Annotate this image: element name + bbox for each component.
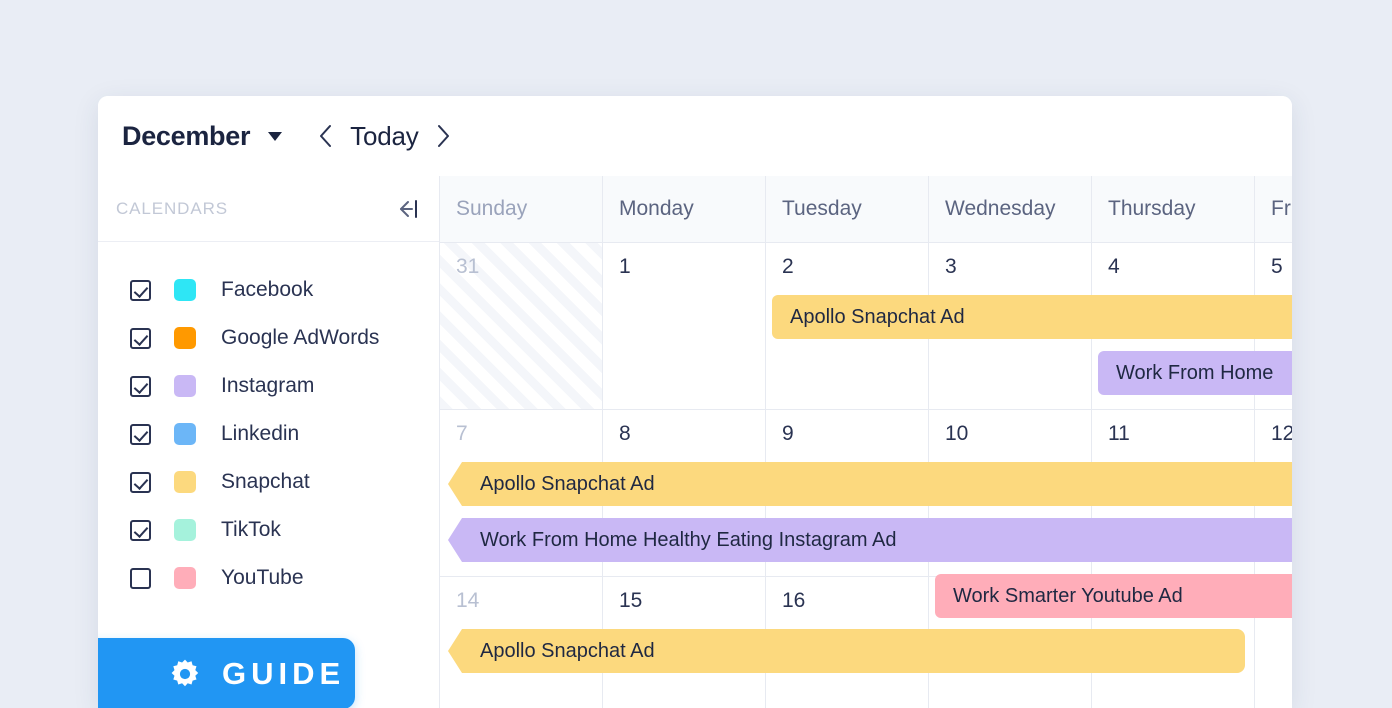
day-of-week-cell: Thursday	[1092, 176, 1255, 242]
month-label: December	[122, 120, 251, 151]
calendar-event[interactable]: Work Smarter Youtube Ad	[935, 574, 1292, 618]
calendar-list-item[interactable]: Google AdWords	[98, 314, 439, 362]
day-number: 12	[1271, 422, 1292, 445]
day-number: 4	[1108, 255, 1120, 278]
calendar-event-title: Apollo Snapchat Ad	[790, 305, 965, 328]
day-number: 14	[456, 589, 480, 612]
calendar-checkbox[interactable]	[130, 471, 151, 493]
calendar-color-swatch	[174, 423, 196, 445]
chevron-down-icon	[268, 131, 283, 141]
calendar-name: YouTube	[221, 566, 304, 589]
day-number: 5	[1271, 255, 1283, 278]
calendar-list-item[interactable]: Snapchat	[98, 458, 439, 506]
calendar-color-swatch	[174, 567, 196, 589]
calendar-list: Facebook Google AdWords Instagram Linkedin S…	[98, 242, 439, 602]
day-number: 1	[619, 255, 631, 278]
day-number: 31	[456, 255, 480, 278]
day-of-week-cell: Tuesday	[766, 176, 929, 242]
gear-icon	[168, 657, 202, 691]
sidebar-header: CALENDARS	[98, 176, 439, 242]
calendar-event-title: Work From Home Healthy Eating Instagram …	[480, 528, 897, 551]
day-of-week-cell: Sunday	[440, 176, 603, 242]
calendar-checkbox[interactable]	[130, 327, 151, 349]
calendar-name: Facebook	[221, 278, 314, 301]
day-of-week-header: SundayMondayTuesdayWednesdayThursdayFrid…	[440, 176, 1292, 243]
chevron-left-icon[interactable]	[312, 119, 338, 153]
calendar-color-swatch	[174, 471, 196, 493]
calendar-checkbox[interactable]	[130, 423, 151, 445]
day-number: 8	[619, 422, 631, 445]
day-number: 9	[782, 422, 794, 445]
calendar-event[interactable]: Apollo Snapchat Ad	[448, 629, 1245, 673]
calendar-list-item[interactable]: YouTube	[98, 554, 439, 602]
calendars-title: CALENDARS	[116, 198, 229, 218]
calendar-event-title: Apollo Snapchat Ad	[480, 639, 655, 662]
calendar-event[interactable]: Work From Home Healthy Eating Instagram …	[448, 518, 1292, 562]
day-number: 7	[456, 422, 468, 445]
calendar-checkbox[interactable]	[130, 519, 151, 541]
calendar-color-swatch	[174, 375, 196, 397]
month-selector[interactable]: December	[122, 120, 283, 152]
calendar-name: Instagram	[221, 374, 315, 397]
calendar-name: Google AdWords	[221, 326, 380, 349]
calendar-app-card: December Today CALENDARS Facebook Google…	[98, 96, 1292, 708]
calendar-color-swatch	[174, 327, 196, 349]
calendar-event[interactable]: Apollo Snapchat Ad	[772, 295, 1292, 339]
day-number: 16	[782, 589, 806, 612]
calendar-grid: SundayMondayTuesdayWednesdayThursdayFrid…	[440, 176, 1292, 708]
guide-badge-label: GUIDE	[222, 655, 346, 691]
day-number: 2	[782, 255, 794, 278]
guide-badge[interactable]: GUIDE	[98, 638, 355, 708]
collapse-left-icon[interactable]	[393, 195, 421, 223]
calendars-sidebar: CALENDARS Facebook Google AdWords Instagra…	[98, 176, 440, 708]
day-of-week-cell: Friday	[1255, 176, 1292, 242]
calendar-name: Linkedin	[221, 422, 300, 445]
toolbar: December Today	[98, 96, 1292, 177]
calendar-checkbox[interactable]	[130, 375, 151, 397]
calendar-name: Snapchat	[221, 470, 310, 493]
calendar-list-item[interactable]: Facebook	[98, 266, 439, 314]
week-row: 31 1 2 3 4 5 Apollo Snapchat Ad Work From Home	[440, 243, 1292, 410]
day-number: 11	[1108, 422, 1130, 445]
calendar-name: TikTok	[221, 518, 281, 541]
calendar-checkbox[interactable]	[130, 567, 151, 589]
calendar-event-title: Work Smarter Youtube Ad	[953, 584, 1183, 607]
chevron-right-icon[interactable]	[431, 119, 457, 153]
calendar-list-item[interactable]: TikTok	[98, 506, 439, 554]
day-cell[interactable]: 1	[603, 243, 766, 409]
calendar-color-swatch	[174, 519, 196, 541]
day-number: 3	[945, 255, 957, 278]
day-of-week-cell: Wednesday	[929, 176, 1092, 242]
calendar-list-item[interactable]: Instagram	[98, 362, 439, 410]
week-row: 7 8 9 10 11 12 Apollo Snapchat Ad Work From Hom…	[440, 410, 1292, 618]
calendar-list-item[interactable]: Linkedin	[98, 410, 439, 458]
app-body: CALENDARS Facebook Google AdWords Instagra…	[98, 176, 1292, 708]
day-of-week-cell: Monday	[603, 176, 766, 242]
today-button[interactable]: Today	[350, 121, 419, 152]
day-number: 15	[619, 589, 643, 612]
calendar-event[interactable]: Work From Home	[1098, 351, 1292, 395]
week-rows: 31 1 2 3 4 5 Apollo Snapchat Ad Work From Home 7…	[440, 243, 1292, 708]
day-cell[interactable]: 31	[440, 243, 603, 409]
day-number: 10	[945, 422, 969, 445]
date-navigation: Today	[312, 119, 456, 153]
calendar-event-title: Apollo Snapchat Ad	[480, 472, 655, 495]
calendar-checkbox[interactable]	[130, 279, 151, 301]
calendar-color-swatch	[174, 279, 196, 301]
calendar-event-title: Work From Home	[1116, 361, 1274, 384]
calendar-event[interactable]: Apollo Snapchat Ad	[448, 462, 1292, 506]
